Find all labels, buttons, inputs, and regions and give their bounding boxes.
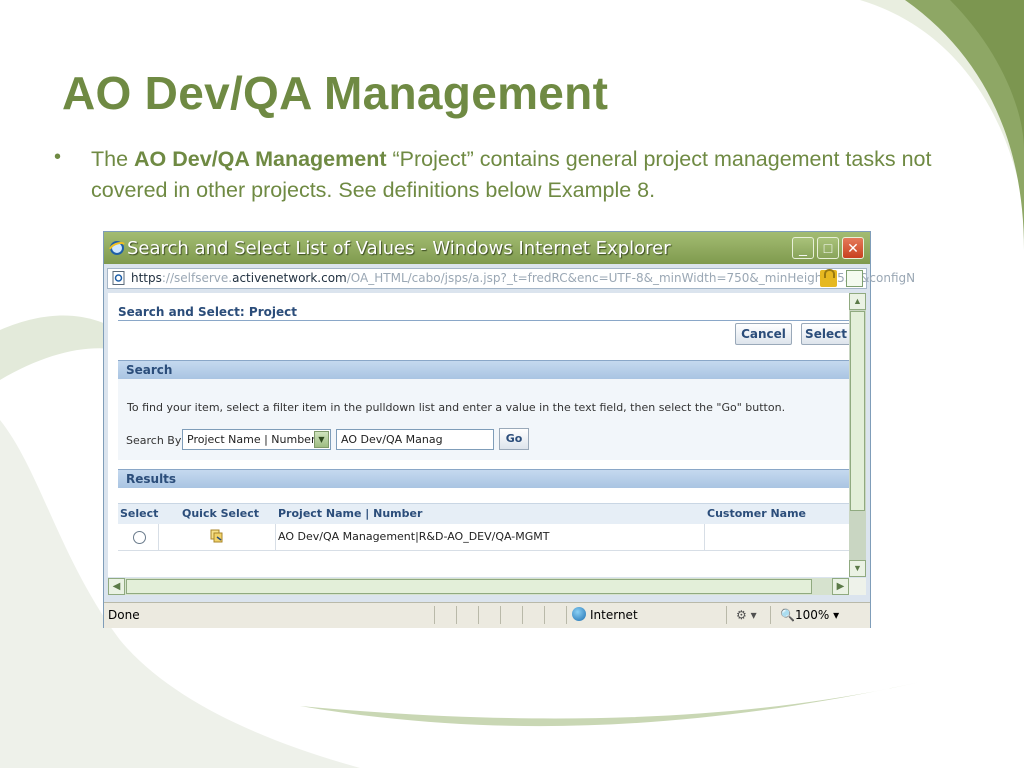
quick-select-icon[interactable] — [210, 529, 224, 543]
status-divider — [726, 606, 727, 624]
status-divider — [566, 606, 567, 624]
vertical-scrollbar[interactable]: ▲ ▼ — [849, 293, 866, 577]
select-button[interactable]: Select — [801, 323, 849, 345]
address-bar[interactable]: https://selfserve.activenetwork.com/OA_H… — [107, 268, 915, 289]
ie-window: Search and Select List of Values - Windo… — [103, 231, 915, 628]
page-heading: Search and Select: Project — [118, 305, 297, 319]
search-by-value: Project Name | Number — [187, 433, 316, 446]
protected-mode-toggle[interactable]: ⚙ ▾ — [736, 608, 757, 622]
ie-logo-icon — [109, 241, 125, 255]
search-by-select[interactable]: Project Name | Number ▼ — [182, 429, 331, 450]
page-content: Search and Select: Project Cancel Select… — [108, 293, 849, 577]
scroll-down-icon[interactable]: ▼ — [849, 560, 866, 577]
url-scheme: https — [131, 271, 162, 285]
status-divider — [434, 606, 435, 624]
status-bar: Done Internet ⚙ ▾ 🔍100% ▾ — [104, 602, 870, 628]
status-divider — [770, 606, 771, 624]
security-zone-label: Internet — [590, 608, 638, 622]
zoom-level: 100% — [794, 608, 830, 622]
go-button[interactable]: Go — [499, 428, 529, 450]
address-url: https://selfserve.activenetwork.com/OA_H… — [131, 271, 915, 285]
search-panel: To find your item, select a filter item … — [118, 379, 849, 460]
url-host: activenetwork.com — [232, 271, 347, 285]
lock-icon[interactable] — [820, 269, 837, 287]
globe-icon — [572, 607, 586, 621]
bullet-text-pre: The — [91, 147, 135, 171]
slide-title: AO Dev/QA Management — [62, 67, 609, 119]
column-divider — [158, 524, 159, 550]
search-instructions: To find your item, select a filter item … — [127, 401, 786, 414]
column-project: Project Name | Number — [278, 507, 423, 520]
column-divider — [275, 524, 276, 550]
scroll-up-icon[interactable]: ▲ — [849, 293, 866, 310]
column-select: Select — [120, 507, 159, 520]
column-divider — [704, 524, 705, 550]
status-divider — [544, 606, 545, 624]
scroll-right-icon[interactable]: ▶ — [832, 578, 849, 595]
column-customer: Customer Name — [707, 507, 806, 520]
bullet-marker: • — [54, 146, 62, 168]
horizontal-scrollbar[interactable]: ◀ ▶ — [108, 578, 849, 595]
close-button[interactable]: ✕ — [842, 237, 864, 259]
maximize-button[interactable]: □ — [817, 237, 839, 259]
results-table-header: Select Quick Select Project Name | Numbe… — [118, 503, 849, 525]
search-by-label: Search By — [126, 434, 182, 447]
scrollbar-corner — [849, 578, 866, 595]
url-host-prefix: ://selfserve. — [161, 271, 233, 285]
chevron-down-icon[interactable]: ▼ — [314, 431, 329, 448]
row-select-radio[interactable] — [133, 531, 146, 544]
heading-divider — [118, 320, 849, 321]
minimize-button[interactable]: _ — [792, 237, 814, 259]
status-divider — [522, 606, 523, 624]
compatibility-view-icon[interactable] — [846, 270, 863, 287]
search-section-header: Search — [118, 360, 849, 379]
window-title: Search and Select List of Values - Windo… — [127, 238, 671, 259]
status-divider — [478, 606, 479, 624]
protected-mode-chevron: ▾ — [750, 608, 757, 622]
status-divider — [456, 606, 457, 624]
results-section-label: Results — [126, 472, 177, 486]
scroll-left-icon[interactable]: ◀ — [108, 578, 125, 595]
cancel-button[interactable]: Cancel — [735, 323, 792, 345]
bullet-text-bold: AO Dev/QA Management — [134, 147, 387, 171]
window-titlebar[interactable]: Search and Select List of Values - Windo… — [104, 232, 870, 264]
column-quick-select: Quick Select — [182, 507, 260, 520]
horizontal-scroll-thumb[interactable] — [126, 579, 812, 594]
status-text: Done — [108, 608, 140, 622]
table-row: AO Dev/QA Management|R&D-AO_DEV/QA-MGMT — [118, 524, 849, 551]
status-divider — [500, 606, 501, 624]
search-section-label: Search — [126, 363, 173, 377]
bullet-text: The AO Dev/QA Management “Project” conta… — [91, 144, 941, 206]
search-text-input[interactable]: AO Dev/QA Manag — [336, 429, 494, 450]
vertical-scroll-thumb[interactable] — [850, 311, 865, 511]
row-project-name: AO Dev/QA Management|R&D-AO_DEV/QA-MGMT — [278, 530, 550, 543]
page-icon — [112, 271, 125, 285]
zoom-control[interactable]: 🔍100% ▾ — [780, 608, 839, 622]
results-section-header: Results — [118, 469, 849, 488]
